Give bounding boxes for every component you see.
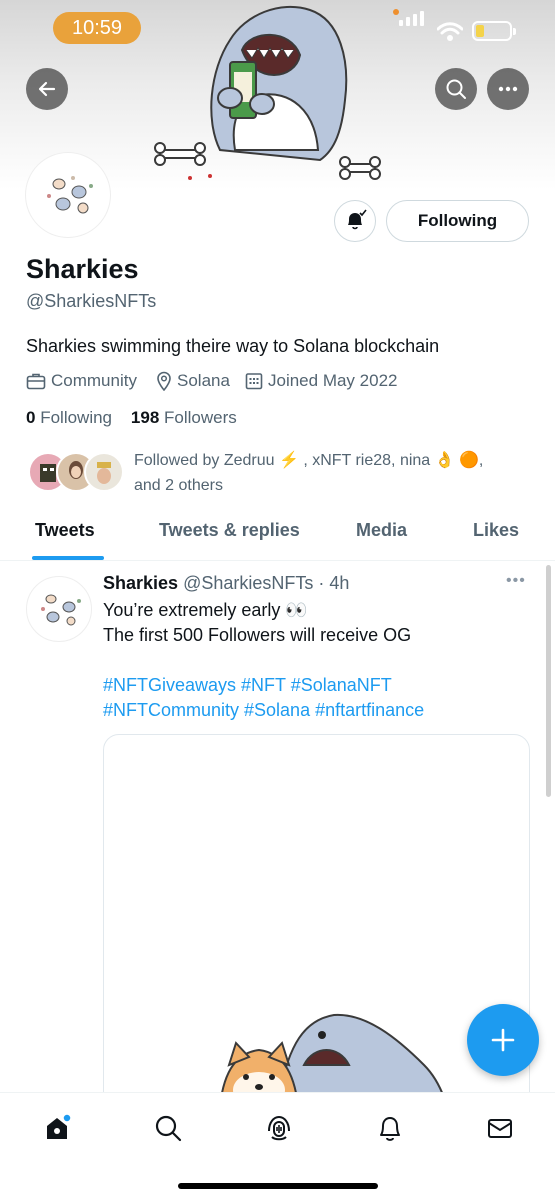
messages-icon [488, 1119, 512, 1138]
tweet-media-image[interactable] [103, 734, 530, 1114]
profile-category: Community [26, 371, 137, 391]
followed-by-avatars[interactable] [28, 452, 128, 494]
tweet-text-line: The first 500 Followers will receive OG [103, 625, 412, 645]
profile-category-label: Community [51, 371, 137, 390]
calendar-icon [245, 373, 263, 390]
status-time: 10:59 [53, 12, 141, 44]
tab-tweets-and-replies[interactable]: Tweets & replies [159, 520, 300, 541]
nav-search[interactable] [151, 1111, 185, 1145]
tweet-more-button[interactable]: ••• [506, 572, 526, 590]
scrollbar[interactable] [546, 565, 551, 797]
spaces-icon [268, 1115, 290, 1141]
search-icon [446, 79, 466, 99]
home-indicator[interactable] [178, 1183, 378, 1189]
avatar [84, 452, 124, 492]
nav-messages[interactable] [483, 1111, 517, 1145]
profile-avatar[interactable] [26, 153, 110, 237]
status-bar: 10:59 [0, 0, 555, 60]
profile-handle: @SharkiesNFTs [26, 291, 157, 311]
followers-label: Followers [164, 408, 237, 427]
notifications-icon [380, 1117, 400, 1141]
active-tab-indicator [32, 556, 104, 560]
tweet-author-avatar[interactable] [26, 576, 92, 642]
followed-by-names: Followed by Zedruu ⚡ , xNFT rie28, nina … [134, 452, 484, 469]
nav-home[interactable] [40, 1111, 74, 1145]
nav-notifications[interactable] [373, 1111, 407, 1145]
more-options-button[interactable] [487, 68, 529, 110]
tweet-timestamp: · 4h [318, 573, 350, 593]
profile-display-name: Sharkies [26, 254, 139, 284]
profile-joined: Joined May 2022 [245, 371, 397, 391]
followers-count-link[interactable]: 198 Followers [131, 408, 237, 427]
followers-count: 198 [130, 408, 160, 427]
shark-and-dog-illustration [218, 1013, 450, 1113]
briefcase-icon [26, 373, 46, 390]
tweet-text-line: You’re extremely early 👀 [103, 600, 308, 620]
arrow-left-icon [38, 81, 56, 97]
search-icon [155, 1115, 182, 1142]
followed-by-text[interactable]: Followed by Zedruu ⚡ , xNFT rie28, nina … [134, 448, 514, 498]
sharkies-avatar-illustration [41, 594, 81, 626]
tab-tweets[interactable]: Tweets [35, 520, 95, 541]
search-button[interactable] [435, 68, 477, 110]
profile-tabs: Tweets Tweets & replies Media Likes [0, 505, 555, 561]
home-icon [47, 1114, 71, 1139]
compose-tweet-button[interactable] [467, 1004, 539, 1076]
plus-icon [491, 1028, 515, 1052]
profile-location-label: Solana [177, 371, 230, 390]
tweet-author-handle[interactable]: @SharkiesNFTs [183, 573, 313, 593]
tweet-header: Sharkies @SharkiesNFTs · 4h [103, 573, 349, 594]
nav-spaces[interactable] [262, 1111, 296, 1145]
tweet-hashtags[interactable]: #NFTCommunity #Solana #nftartfinance [103, 700, 424, 721]
wifi-icon [437, 22, 463, 41]
profile-joined-label: Joined May 2022 [268, 371, 398, 390]
tab-likes[interactable]: Likes [473, 520, 519, 541]
notifications-toggle-button[interactable] [334, 200, 376, 242]
profile-location: Solana [156, 371, 230, 391]
followed-by-others: and 2 others [134, 477, 223, 494]
more-horizontal-icon [498, 86, 518, 92]
following-label: Following [40, 408, 113, 427]
location-pin-icon [157, 371, 171, 391]
tweet-author-name[interactable]: Sharkies [103, 573, 178, 593]
following-count-link[interactable]: 0 Following [26, 408, 112, 427]
follow-counts: 0 Following 198 Followers [26, 408, 237, 428]
tab-media[interactable]: Media [356, 520, 407, 541]
sharkies-avatar-illustration [47, 176, 93, 214]
following-button[interactable]: Following [386, 200, 529, 242]
profile-bio: Sharkies swimming theire way to Solana b… [26, 336, 440, 356]
bell-notification-icon [348, 209, 367, 230]
back-button[interactable] [26, 68, 68, 110]
privacy-indicator [393, 9, 399, 15]
tweet-hashtags[interactable]: #NFTGiveaways #NFT #SolanaNFT [103, 675, 392, 696]
battery-icon [472, 21, 516, 41]
following-count: 0 [26, 408, 36, 427]
